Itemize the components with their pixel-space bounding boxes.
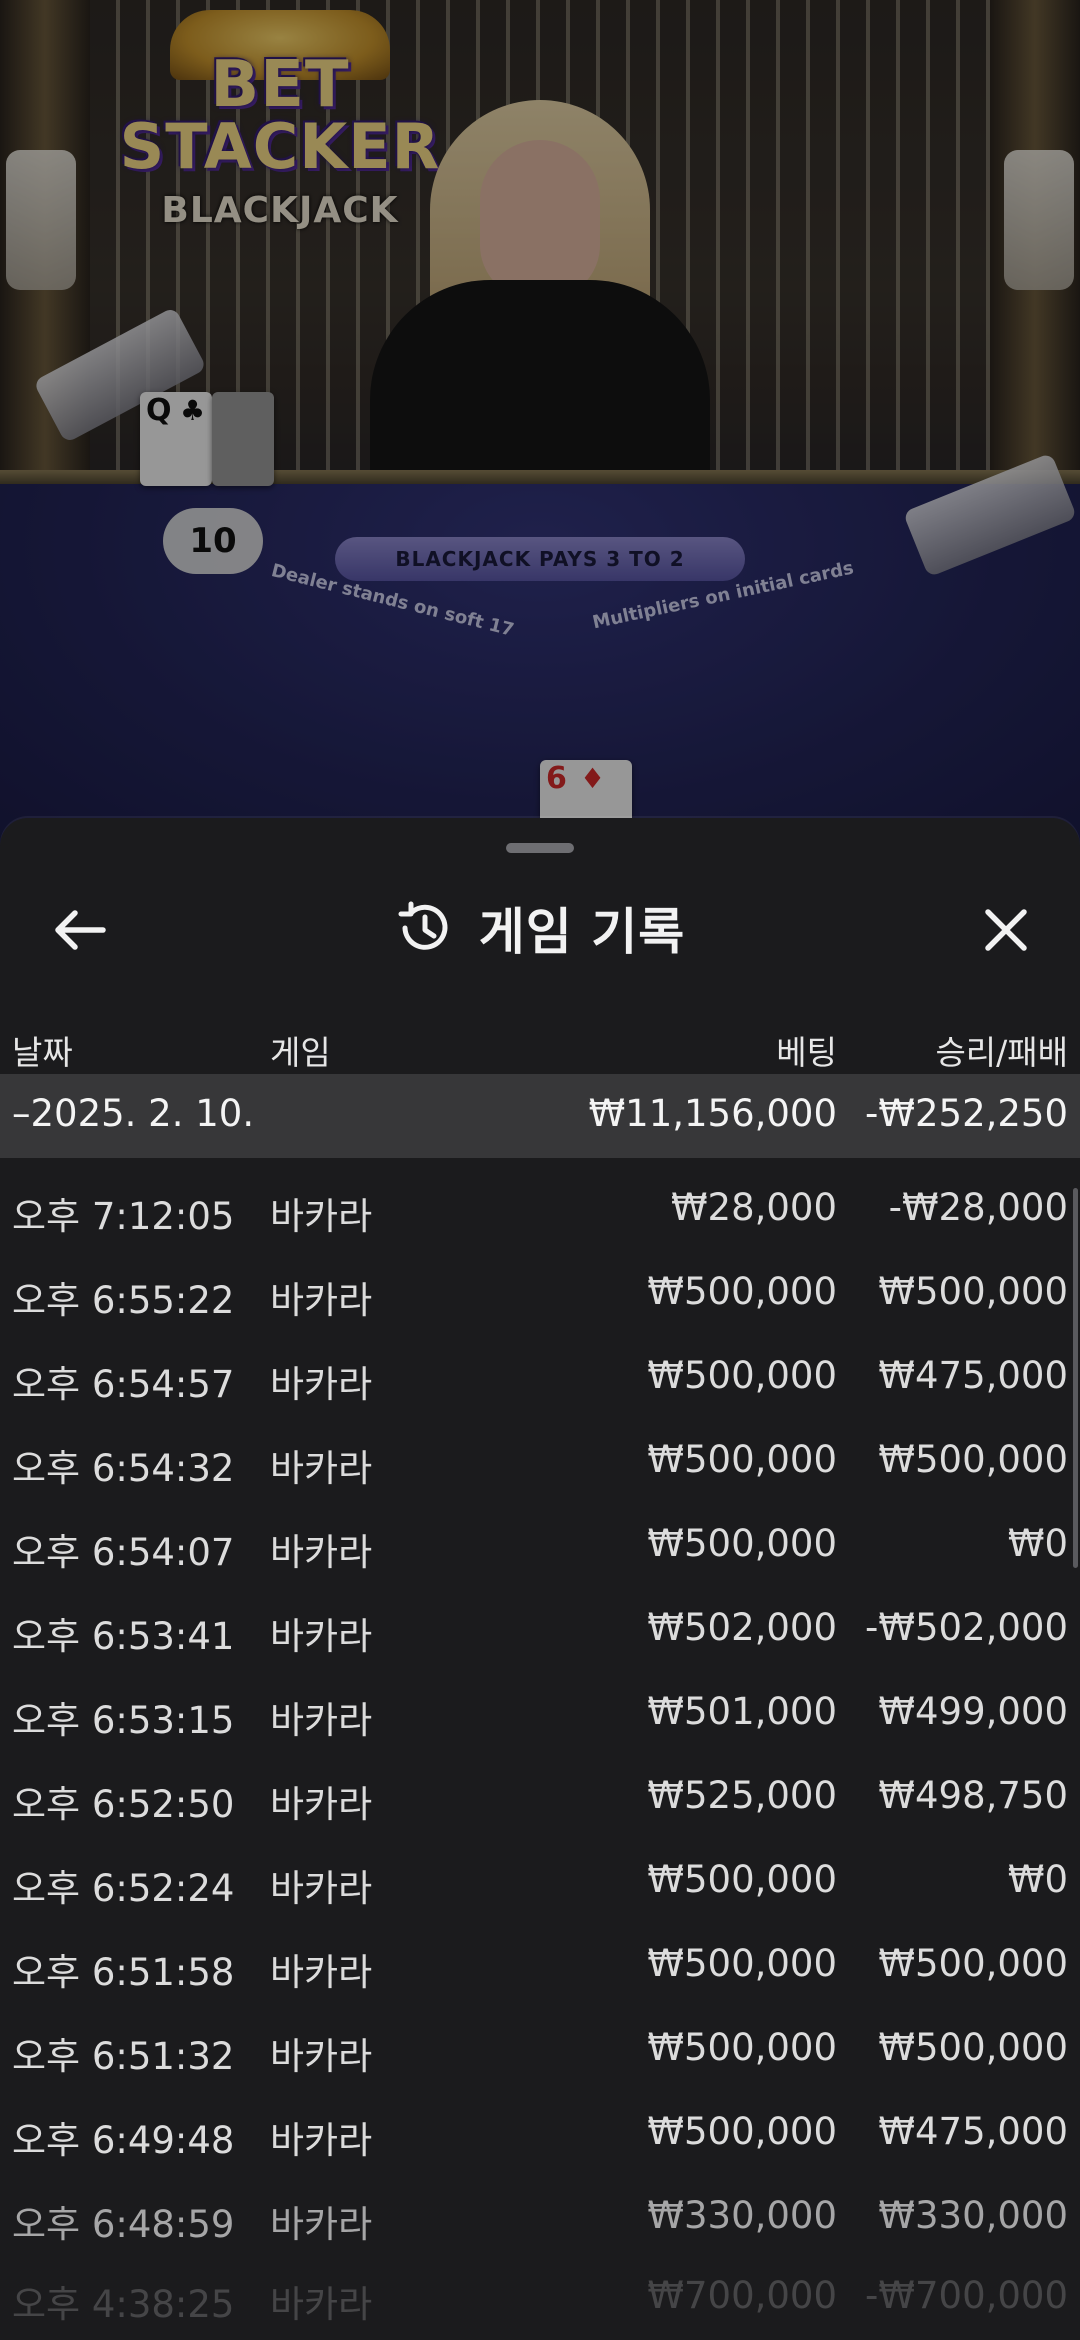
history-table: –2025. 2. 10. ₩11,156,000 -₩252,250 오후 7… — [0, 1074, 1080, 2340]
sheet-title-group: 게임 기록 — [0, 858, 1080, 998]
row-time: 오후 6:51:58 — [12, 1951, 235, 1994]
column-header-win-loss: 승리/패배 — [935, 1033, 1068, 1072]
row-bet: ₩28,000 — [670, 1186, 837, 1229]
table-row[interactable]: 오후 6:53:15 바카라 ₩501,000 ₩499,000 — [0, 1670, 1080, 1754]
row-bet: ₩330,000 — [647, 2194, 837, 2237]
row-win-loss: ₩0 — [1007, 1522, 1068, 1565]
row-bet: ₩500,000 — [647, 1522, 837, 1565]
scrollbar-thumb[interactable] — [1073, 1188, 1078, 1568]
video-dim-overlay — [0, 0, 1080, 850]
table-row[interactable]: 오후 6:51:32 바카라 ₩500,000 ₩500,000 — [0, 2006, 1080, 2090]
live-game-video: BET STACKER BLACKJACK Q ♣ 10 BLACKJACK P… — [0, 0, 1080, 850]
row-time: 오후 6:52:24 — [12, 1867, 235, 1910]
row-bet: ₩500,000 — [647, 1858, 837, 1901]
summary-date: –2025. 2. 10. — [12, 1092, 255, 1135]
column-header-date: 날짜 — [12, 1033, 73, 1072]
row-game: 바카라 — [270, 1699, 373, 1742]
table-row[interactable]: 오후 6:54:32 바카라 ₩500,000 ₩500,000 — [0, 1418, 1080, 1502]
table-row[interactable]: 오후 6:53:41 바카라 ₩502,000 -₩502,000 — [0, 1586, 1080, 1670]
screen: BET STACKER BLACKJACK Q ♣ 10 BLACKJACK P… — [0, 0, 1080, 2340]
row-game: 바카라 — [270, 1531, 373, 1574]
row-game: 바카라 — [270, 1363, 373, 1406]
column-header-bet: 베팅 — [776, 1033, 837, 1072]
table-row[interactable]: 오후 7:12:05 바카라 ₩28,000 -₩28,000 — [0, 1166, 1080, 1250]
row-game: 바카라 — [270, 1615, 373, 1658]
row-time: 오후 6:52:50 — [12, 1783, 235, 1826]
row-game: 바카라 — [270, 2203, 373, 2246]
row-game: 바카라 — [270, 2119, 373, 2162]
row-game: 바카라 — [270, 2283, 373, 2326]
row-time: 오후 6:55:22 — [12, 1279, 235, 1322]
row-time: 오후 6:49:48 — [12, 2119, 235, 2162]
row-win-loss: ₩500,000 — [878, 2026, 1068, 2069]
row-bet: ₩525,000 — [647, 1774, 837, 1817]
table-row[interactable]: 오후 6:54:57 바카라 ₩500,000 ₩475,000 — [0, 1334, 1080, 1418]
history-clock-icon — [398, 901, 448, 950]
row-win-loss: ₩475,000 — [878, 2110, 1068, 2153]
row-bet: ₩502,000 — [647, 1606, 837, 1649]
table-row[interactable]: 오후 4:38:25 바카라 ₩700,000 -₩700,000 — [0, 2254, 1080, 2338]
column-header-game: 게임 — [270, 1033, 331, 1072]
table-row[interactable]: 오후 6:52:50 바카라 ₩525,000 ₩498,750 — [0, 1754, 1080, 1838]
row-game: 바카라 — [270, 1195, 373, 1238]
row-bet: ₩500,000 — [647, 1270, 837, 1313]
date-group-summary-row[interactable]: –2025. 2. 10. ₩11,156,000 -₩252,250 — [0, 1074, 1080, 1158]
table-row[interactable]: 오후 6:49:48 바카라 ₩500,000 ₩475,000 — [0, 2090, 1080, 2174]
back-button[interactable] — [36, 886, 124, 974]
sheet-header: 게임 기록 — [0, 858, 1080, 998]
sheet-title: 게임 기록 — [478, 903, 686, 961]
row-win-loss: ₩500,000 — [878, 1270, 1068, 1313]
row-win-loss: -₩28,000 — [888, 1186, 1068, 1229]
row-bet: ₩500,000 — [647, 1438, 837, 1481]
close-icon — [985, 909, 1027, 951]
row-time: 오후 6:54:57 — [12, 1363, 235, 1406]
row-win-loss: ₩498,750 — [878, 1774, 1068, 1817]
table-row[interactable]: 오후 6:51:58 바카라 ₩500,000 ₩500,000 — [0, 1922, 1080, 2006]
row-win-loss: -₩700,000 — [865, 2274, 1068, 2317]
row-bet: ₩500,000 — [647, 2026, 837, 2069]
row-win-loss: ₩475,000 — [878, 1354, 1068, 1397]
row-win-loss: -₩502,000 — [865, 1606, 1068, 1649]
arrow-left-icon — [55, 910, 106, 950]
row-game: 바카라 — [270, 1783, 373, 1826]
table-row[interactable]: 오후 6:52:24 바카라 ₩500,000 ₩0 — [0, 1838, 1080, 1922]
row-win-loss: ₩330,000 — [878, 2194, 1068, 2237]
sheet-drag-handle[interactable] — [506, 843, 574, 853]
row-game: 바카라 — [270, 1447, 373, 1490]
summary-bet-total: ₩11,156,000 — [588, 1092, 837, 1135]
row-time: 오후 6:51:32 — [12, 2035, 235, 2078]
table-row[interactable]: 오후 6:54:07 바카라 ₩500,000 ₩0 — [0, 1502, 1080, 1586]
row-bet: ₩700,000 — [647, 2274, 837, 2317]
row-win-loss: ₩0 — [1007, 1858, 1068, 1901]
row-time: 오후 4:38:25 — [12, 2283, 235, 2326]
table-row[interactable]: 오후 6:48:59 바카라 ₩330,000 ₩330,000 — [0, 2174, 1080, 2258]
row-game: 바카라 — [270, 1867, 373, 1910]
row-game: 바카라 — [270, 1951, 373, 1994]
row-bet: ₩500,000 — [647, 1354, 837, 1397]
row-bet: ₩500,000 — [647, 1942, 837, 1985]
row-time: 오후 7:12:05 — [12, 1195, 235, 1238]
row-win-loss: ₩499,000 — [878, 1690, 1068, 1733]
game-history-sheet: 게임 기록 날짜 게임 베팅 승리/패배 –2025. 2. 10. ₩11,1… — [0, 818, 1080, 2340]
row-time: 오후 6:54:32 — [12, 1447, 235, 1490]
row-time: 오후 6:48:59 — [12, 2203, 235, 2246]
row-game: 바카라 — [270, 1279, 373, 1322]
row-time: 오후 6:54:07 — [12, 1531, 235, 1574]
summary-win-loss-total: -₩252,250 — [865, 1092, 1068, 1135]
row-bet: ₩500,000 — [647, 2110, 837, 2153]
row-bet: ₩501,000 — [647, 1690, 837, 1733]
row-win-loss: ₩500,000 — [878, 1942, 1068, 1985]
close-button[interactable] — [962, 886, 1050, 974]
row-win-loss: ₩500,000 — [878, 1438, 1068, 1481]
table-row[interactable]: 오후 6:55:22 바카라 ₩500,000 ₩500,000 — [0, 1250, 1080, 1334]
row-time: 오후 6:53:15 — [12, 1699, 235, 1742]
row-time: 오후 6:53:41 — [12, 1615, 235, 1658]
row-game: 바카라 — [270, 2035, 373, 2078]
